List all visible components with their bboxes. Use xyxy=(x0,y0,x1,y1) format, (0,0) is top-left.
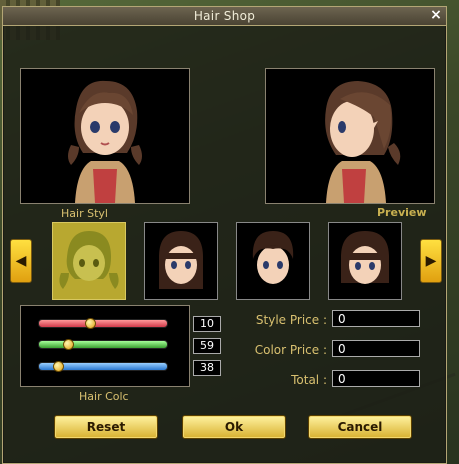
red-slider-handle[interactable] xyxy=(85,318,96,329)
style-price-label: Style Price : xyxy=(255,313,327,327)
blue-slider[interactable] xyxy=(38,361,168,372)
hair-style-option-3[interactable] xyxy=(236,222,310,300)
hair-style-thumbnail xyxy=(341,231,389,284)
side-preview xyxy=(265,68,435,204)
hair-style-option-4[interactable] xyxy=(328,222,402,300)
blue-slider-handle[interactable] xyxy=(53,361,64,372)
next-style-arrow[interactable]: ▶ xyxy=(420,239,442,283)
hair-color-label: Hair Colc xyxy=(79,390,129,403)
title-bar[interactable]: Hair Shop × xyxy=(3,7,446,26)
total-price-field: 0 xyxy=(332,370,420,387)
hair-style-option-1[interactable] xyxy=(52,222,126,300)
arrow-right-icon: ▶ xyxy=(425,253,437,269)
hair-style-thumbnail xyxy=(159,231,203,289)
red-slider[interactable] xyxy=(38,318,168,329)
reset-button[interactable]: Reset xyxy=(54,415,158,439)
color-price-label: Color Price : xyxy=(254,343,327,357)
front-preview xyxy=(20,68,190,204)
green-slider[interactable] xyxy=(38,339,168,350)
previous-style-arrow[interactable]: ◀ xyxy=(10,239,32,283)
hair-color-panel xyxy=(20,305,190,387)
green-value-field[interactable]: 59 xyxy=(193,338,221,354)
ok-button[interactable]: Ok xyxy=(182,415,286,439)
blue-value-field[interactable]: 38 xyxy=(193,360,221,376)
front-character-portrait xyxy=(68,80,142,203)
side-character-portrait xyxy=(325,81,401,203)
green-slider-handle[interactable] xyxy=(63,339,74,350)
hair-style-thumbnail xyxy=(252,231,294,284)
cancel-button[interactable]: Cancel xyxy=(308,415,412,439)
close-icon[interactable]: × xyxy=(429,8,443,22)
preview-label: Preview xyxy=(377,206,427,219)
color-price-field: 0 xyxy=(332,340,420,357)
red-value-field[interactable]: 10 xyxy=(193,316,221,332)
hair-style-option-2[interactable] xyxy=(144,222,218,300)
hair-shop-window: Hair Shop × Hair Styl Preview ◀ ▶ 10 59 … xyxy=(2,6,447,464)
hair-style-label: Hair Styl xyxy=(61,207,108,220)
arrow-left-icon: ◀ xyxy=(15,253,27,269)
window-title: Hair Shop xyxy=(193,9,256,23)
total-price-label: Total : xyxy=(291,373,327,387)
hair-style-thumbnail xyxy=(59,231,119,289)
style-price-field: 0 xyxy=(332,310,420,327)
